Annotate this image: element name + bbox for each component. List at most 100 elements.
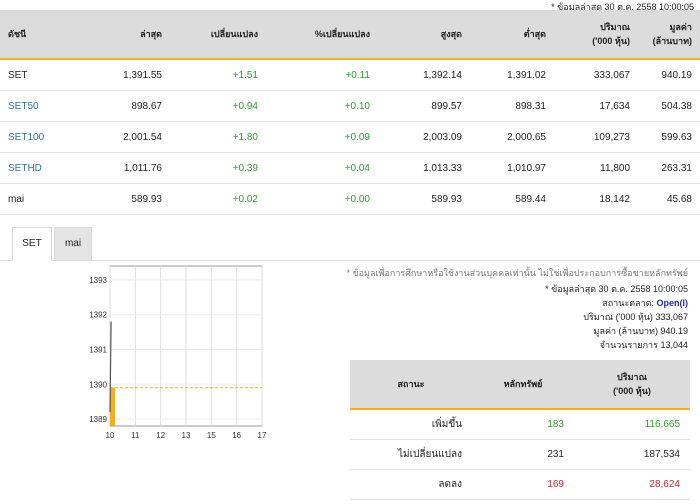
index-low: 589.44 — [470, 183, 554, 215]
header-stat-volume-label: ปริมาณ — [617, 372, 647, 382]
x-tick-label: 10 — [106, 431, 115, 440]
disclaimer: * ข้อมูลเพื่อการศึกษาหรือใช้งานส่วนบุคคล… — [346, 268, 688, 278]
stat-securities: 169 — [472, 469, 574, 500]
index-low: 1,391.02 — [470, 59, 554, 91]
stat-securities: 183 — [472, 409, 574, 440]
info-trades: จำนวนรายการ 13,044 — [600, 338, 688, 352]
header-pct-change: %เปลี่ยนแปลง — [266, 10, 378, 60]
index-name-link[interactable]: SET100 — [0, 121, 84, 153]
index-pct-change: +0.00 — [266, 183, 378, 215]
y-tick-label: 1392 — [89, 311, 107, 320]
stat-row-up: เพิ่มขึ้น 183 116,665 — [350, 409, 690, 440]
tab-set[interactable]: SET — [12, 227, 52, 261]
index-last: 2,001.54 — [84, 121, 170, 153]
y-tick-label: 1390 — [89, 380, 107, 389]
index-value: 45.68 — [638, 183, 700, 215]
market-status: สถานะตลาด: Open(I) — [602, 296, 688, 310]
info-latest: * ข้อมูลล่าสุด 30 ต.ค. 2558 10:00:05 — [545, 284, 688, 294]
index-low: 1,010.97 — [470, 152, 554, 184]
market-tabs: SET mai — [0, 227, 700, 261]
index-name: mai — [0, 183, 84, 215]
index-name-link[interactable]: SETHD — [0, 152, 84, 184]
index-pct-change: +0.11 — [266, 59, 378, 91]
index-row-set100: SET100 2,001.54 +1.80 +0.09 2,003.09 2,0… — [0, 121, 700, 153]
index-volume: 11,800 — [554, 152, 638, 184]
header-volume: ปริมาณ ('000 หุ้น) — [554, 10, 638, 60]
index-change: +0.94 — [170, 90, 266, 122]
header-volume-label: ปริมาณ — [600, 22, 630, 32]
header-securities: หลักทรัพย์ — [472, 360, 574, 410]
index-last: 898.67 — [84, 90, 170, 122]
header-stat-volume-unit: ('000 หุ้น) — [613, 386, 651, 396]
info-trades-label: จำนวนรายการ — [599, 340, 658, 350]
stat-volume: 28,624 — [574, 469, 690, 500]
index-row-sethd: SETHD 1,011.76 +0.39 +0.04 1,013.33 1,01… — [0, 152, 700, 184]
index-value: 599.63 — [638, 121, 700, 153]
index-last: 589.93 — [84, 183, 170, 215]
x-tick-label: 16 — [232, 431, 241, 440]
index-value: 504.38 — [638, 90, 700, 122]
market-status-value: Open(I) — [656, 298, 689, 308]
header-index: ดัชนี — [0, 10, 84, 60]
x-tick-label: 15 — [207, 431, 216, 440]
info-value: มูลค่า (ล้านบาท) 940.19 — [594, 324, 688, 338]
info-trades-value: 13,044 — [660, 340, 688, 350]
index-change: +0.39 — [170, 152, 266, 184]
info-value-label: มูลค่า (ล้านบาท) — [593, 326, 658, 336]
header-low: ต่ำสุด — [470, 10, 554, 60]
stat-status: ไม่เปลี่ยนแปลง — [350, 439, 472, 470]
index-high: 1,013.33 — [378, 152, 470, 184]
intraday-chart: 10 11 12 13 15 16 17 1393 1392 1391 1390 1389 — [89, 265, 267, 440]
market-status-label: สถานะตลาด: — [602, 298, 654, 308]
tab-mai[interactable]: mai — [54, 227, 92, 261]
header-value-unit: (ล้านบาท) — [652, 36, 692, 46]
index-high: 899.57 — [378, 90, 470, 122]
index-row-set: SET 1,391.55 +1.51 +0.11 1,392.14 1,391.… — [0, 59, 700, 91]
header-value-label: มูลค่า — [669, 22, 692, 32]
info-volume-value: 333,067 — [655, 312, 688, 322]
stat-volume: 116,665 — [574, 409, 690, 440]
index-volume: 333,067 — [554, 59, 638, 91]
index-low: 898.31 — [470, 90, 554, 122]
market-stat-table: สถานะ หลักทรัพย์ ปริมาณ ('000 หุ้น) เพิ่ม… — [350, 360, 690, 500]
index-change: +1.80 — [170, 121, 266, 153]
index-table-header: ดัชนี ล่าสุด เปลี่ยนแปลง %เปลี่ยนแปลง สู… — [0, 10, 700, 60]
index-high: 589.93 — [378, 183, 470, 215]
header-volume-unit: ('000 หุ้น) — [592, 36, 630, 46]
x-tick-label: 12 — [156, 431, 165, 440]
stat-volume: 187,534 — [574, 439, 690, 470]
stat-status: ลดลง — [350, 469, 472, 500]
index-volume: 17,634 — [554, 90, 638, 122]
header-change: เปลี่ยนแปลง — [170, 10, 266, 60]
header-status: สถานะ — [350, 360, 472, 410]
index-high: 1,392.14 — [378, 59, 470, 91]
x-tick-label: 17 — [258, 431, 267, 440]
index-value: 263.31 — [638, 152, 700, 184]
x-tick-label: 13 — [182, 431, 191, 440]
stat-status: เพิ่มขึ้น — [350, 409, 472, 440]
index-change: +0.02 — [170, 183, 266, 215]
index-low: 2,000.65 — [470, 121, 554, 153]
index-name-link[interactable]: SET50 — [0, 90, 84, 122]
index-high: 2,003.09 — [378, 121, 470, 153]
index-pct-change: +0.04 — [266, 152, 378, 184]
index-name: SET — [0, 59, 84, 91]
info-value-value: 940.19 — [660, 326, 688, 336]
y-tick-label: 1389 — [89, 415, 107, 424]
index-last: 1,391.55 — [84, 59, 170, 91]
index-value: 940.19 — [638, 59, 700, 91]
y-tick-label: 1391 — [89, 345, 107, 354]
stat-table-header: สถานะ หลักทรัพย์ ปริมาณ ('000 หุ้น) — [350, 360, 690, 410]
header-high: สูงสุด — [378, 10, 470, 60]
y-tick-label: 1393 — [89, 276, 107, 285]
stat-securities: 231 — [472, 439, 574, 470]
header-stat-volume: ปริมาณ ('000 หุ้น) — [574, 360, 690, 410]
stat-row-down: ลดลง 169 28,624 — [350, 469, 690, 500]
header-value: มูลค่า (ล้านบาท) — [638, 10, 700, 60]
index-pct-change: +0.09 — [266, 121, 378, 153]
index-table: ดัชนี ล่าสุด เปลี่ยนแปลง %เปลี่ยนแปลง สู… — [0, 10, 700, 215]
index-pct-change: +0.10 — [266, 90, 378, 122]
x-tick-label: 11 — [131, 431, 140, 440]
header-last: ล่าสุด — [84, 10, 170, 60]
stat-row-unchanged: ไม่เปลี่ยนแปลง 231 187,534 — [350, 439, 690, 470]
